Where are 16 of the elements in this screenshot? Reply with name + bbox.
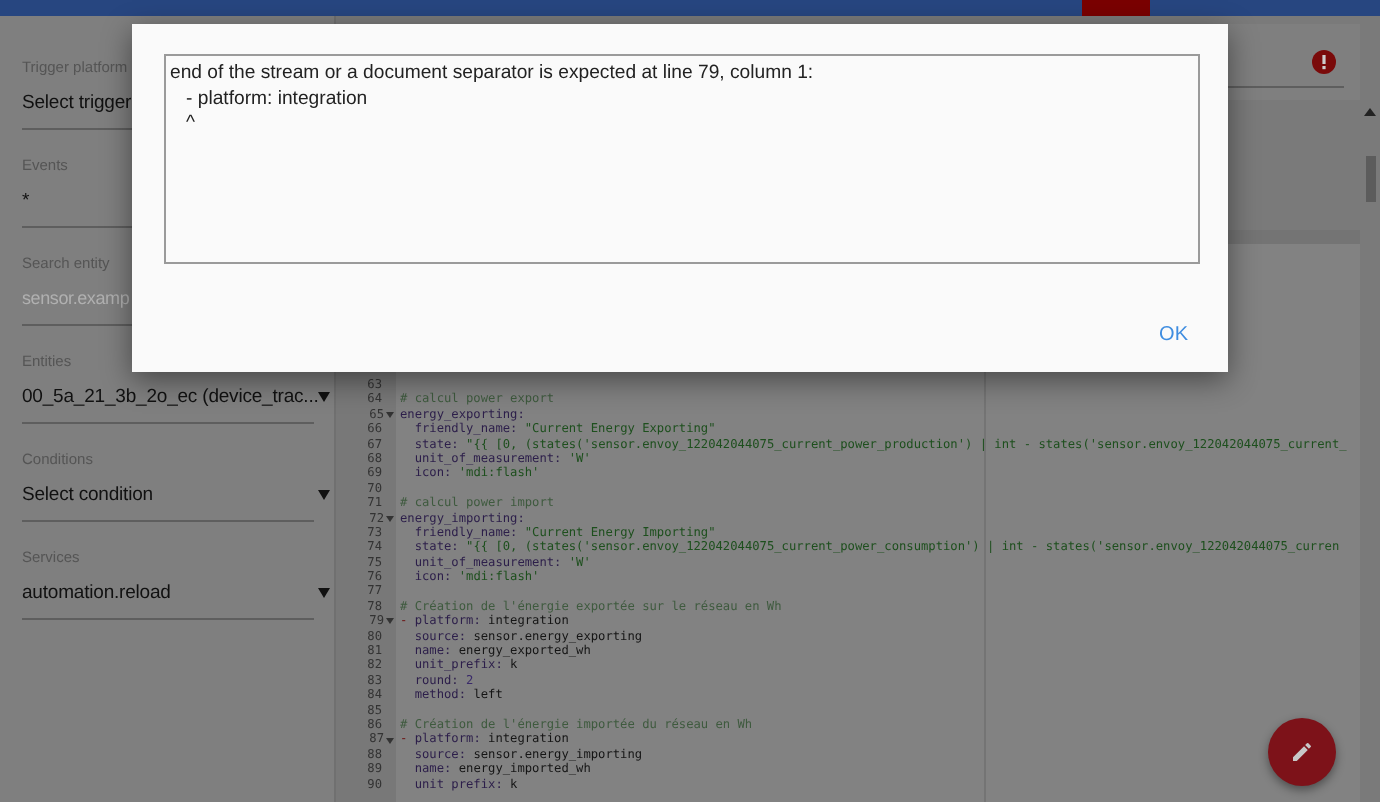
input-field[interactable]: * [22,189,30,211]
fold-caret-icon[interactable] [386,411,394,418]
dropdown-value[interactable]: automation.reload [22,581,171,603]
dropdown-value[interactable]: Select condition [22,483,153,505]
dropdown-value[interactable]: 00_5a_21_3b_2o_ec (device_trac... [22,385,319,407]
ok-button[interactable]: OK [1143,316,1204,354]
fold-caret-icon[interactable] [386,618,394,625]
error-icon [1312,50,1336,74]
scroll-up-icon[interactable] [1364,108,1376,116]
pencil-icon [1290,740,1314,764]
input-field[interactable]: Select trigger [22,91,132,113]
fold-caret-icon[interactable] [386,515,394,522]
fold-caret-icon[interactable] [386,737,394,744]
error-message-field[interactable]: end of the stream or a document separator is expected at line 79, column 1: - platform: integration ^ [164,54,1200,264]
active-tab-marker[interactable] [1082,0,1150,16]
scroll-thumb[interactable] [1365,156,1375,202]
